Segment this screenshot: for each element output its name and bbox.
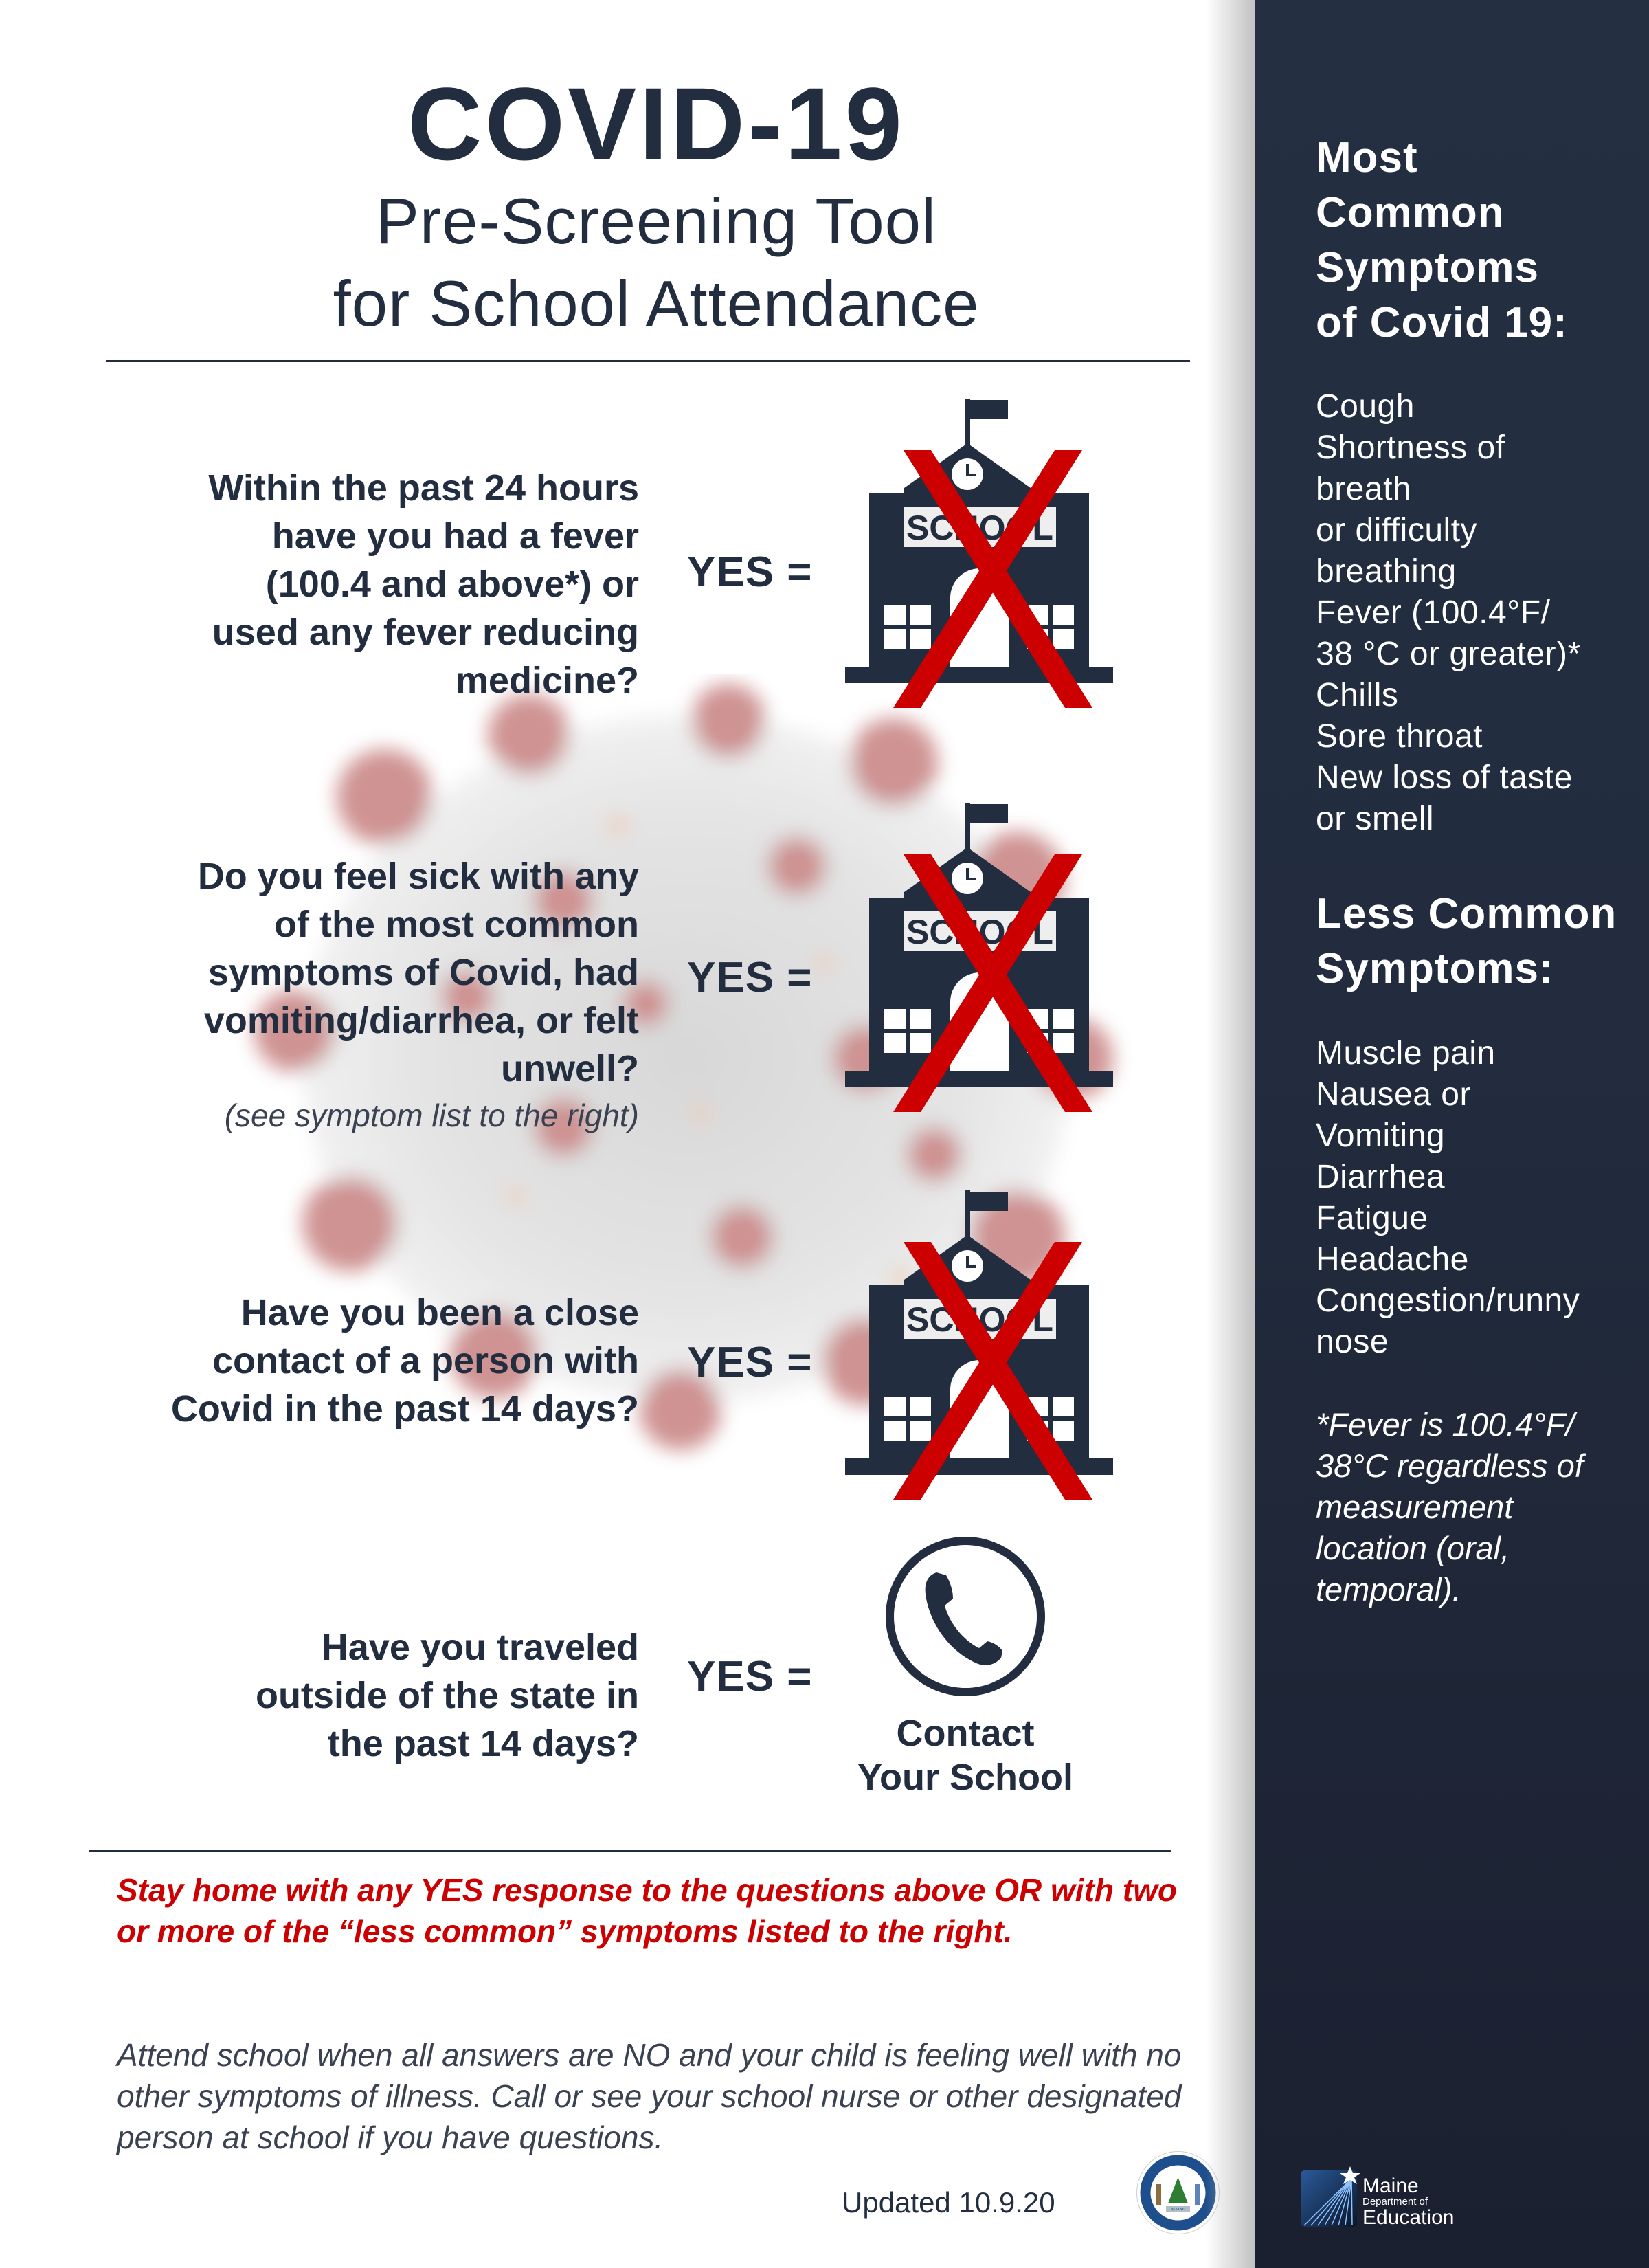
- contact-your-school-label: Contact Your School: [857, 1713, 1073, 1798]
- symptom-item: Cough: [1316, 388, 1415, 425]
- symptom-item: Sore throat: [1316, 718, 1483, 755]
- header-divider: [106, 360, 1190, 362]
- school-crossed-out-icon: SCHOOL: [845, 399, 1113, 708]
- school-crossed-out-icon: SCHOOL: [845, 803, 1113, 1112]
- symptom-item: Fever (100.4°F/: [1316, 594, 1551, 631]
- symptoms-sidebar: Most Common Symptoms of Covid 19: Cough …: [1255, 0, 1649, 2268]
- sidebar-shadow: [1206, 0, 1255, 2268]
- symptom-item: Diarrhea: [1316, 1159, 1446, 1195]
- symptom-item: breathing: [1316, 553, 1457, 590]
- question-text: Do you feel sick with any of the most co…: [197, 856, 639, 1089]
- symptom-item: Fatigue: [1316, 1200, 1428, 1236]
- symptom-item: Chills: [1316, 677, 1399, 713]
- symptom-item: 38 °C or greater)*: [1316, 636, 1581, 672]
- common-symptoms-heading: Most Common Symptoms of Covid 19:: [1316, 134, 1568, 346]
- symptom-item: Headache: [1316, 1241, 1469, 1278]
- symptom-item: nose: [1316, 1324, 1389, 1360]
- yes-equals-label: YES =: [687, 954, 813, 1001]
- less-common-symptoms-heading: Less Common Symptoms:: [1316, 890, 1617, 992]
- seal-state-text: MAINE: [1171, 2208, 1185, 2212]
- question-text: Have you traveled outside of the state i…: [255, 1627, 639, 1764]
- symptom-item: Shortness of: [1316, 430, 1505, 466]
- school-crossed-out-icon: SCHOOL: [845, 1190, 1113, 1500]
- symptom-item: Congestion/runny: [1316, 1282, 1580, 1319]
- symptom-item: Vomiting: [1316, 1118, 1446, 1154]
- logo-line3: Education: [1362, 2206, 1454, 2227]
- fever-footnote: *Fever is 100.4°F/ 38°C regardless of me…: [1316, 1406, 1584, 1608]
- footer-divider: [89, 1850, 1171, 1852]
- attend-school-guidance: Attend school when all answers are NO an…: [117, 2037, 1182, 2155]
- logo-line1: Maine: [1362, 2175, 1419, 2197]
- updated-date: Updated 10.9.20: [842, 2186, 1055, 2219]
- symptom-item: or difficulty: [1316, 512, 1478, 548]
- symptom-item: or smell: [1316, 801, 1435, 837]
- yes-equals-label: YES =: [687, 1653, 813, 1700]
- yes-equals-label: YES =: [687, 548, 813, 596]
- question-text: Have you been a close contact of a perso…: [170, 1292, 639, 1430]
- maine-doe-logo: Maine Department of Education: [1301, 2166, 1454, 2227]
- phone-icon: [886, 1537, 1045, 1696]
- page-title: COVID-19: [407, 66, 905, 181]
- question-text: Within the past 24 hours have you had a …: [208, 467, 639, 701]
- page-subtitle-line2: for School Attendance: [333, 267, 980, 340]
- symptom-item: breath: [1316, 471, 1412, 507]
- common-symptoms-list: Cough Shortness of breath or difficulty …: [1316, 386, 1581, 840]
- question-note: (see symptom list to the right): [224, 1098, 639, 1133]
- symptom-item: Muscle pain: [1316, 1035, 1496, 1071]
- yes-equals-label: YES =: [687, 1339, 813, 1386]
- less-common-symptoms-list: Muscle pain Nausea or Vomiting Diarrhea …: [1316, 1033, 1580, 1363]
- symptom-item: New loss of taste: [1316, 759, 1573, 796]
- symptom-item: Nausea or: [1316, 1076, 1471, 1113]
- page-subtitle-line1: Pre-Screening Tool: [376, 185, 936, 257]
- stay-home-warning: Stay home with any YES response to the q…: [117, 1872, 1177, 1949]
